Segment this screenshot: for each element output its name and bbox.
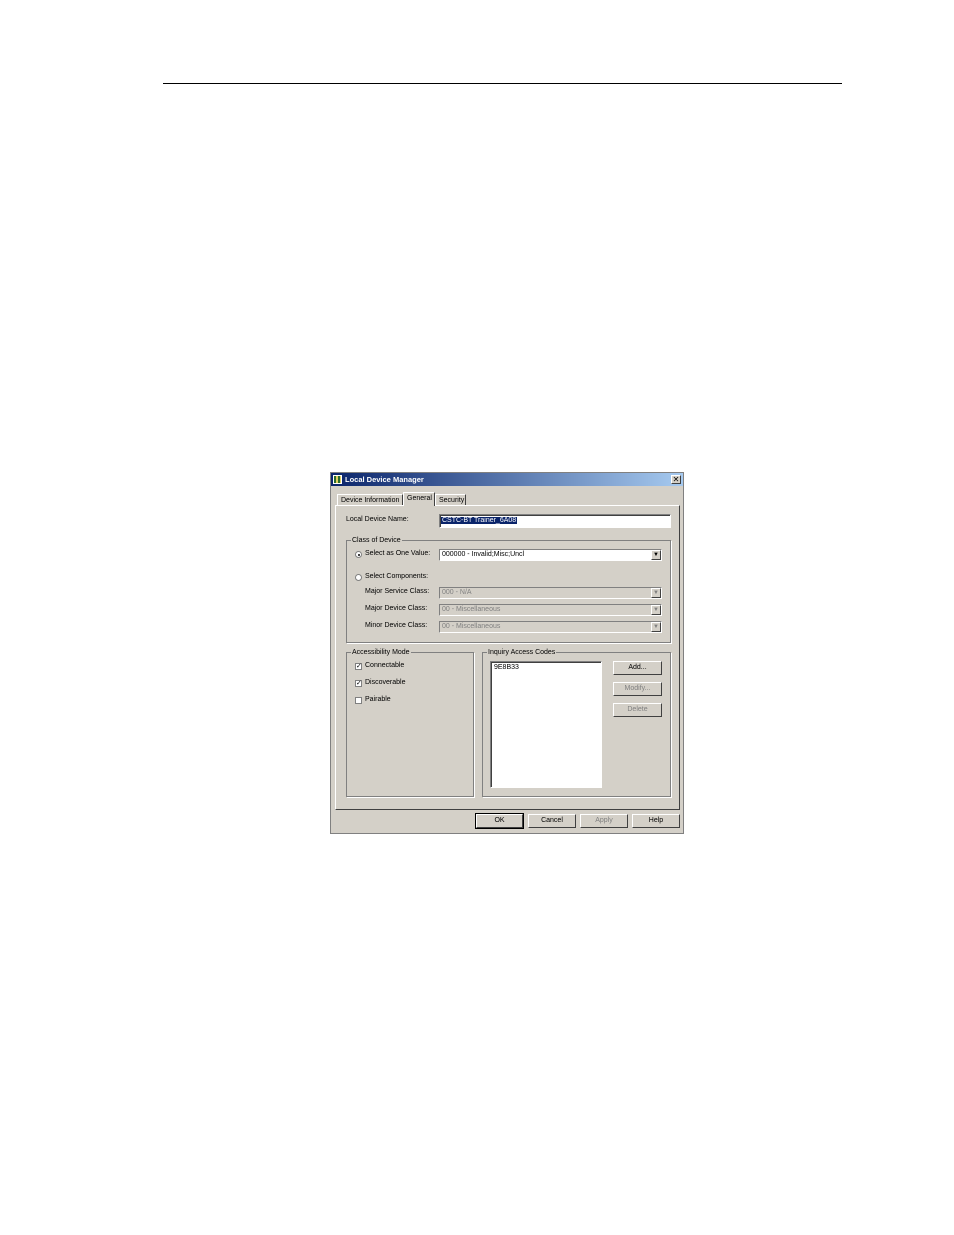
major-service-class-select[interactable]: 000 - N/A ▼ [439,587,662,599]
page-header-rule [163,83,842,84]
major-device-class-select[interactable]: 00 - Miscellaneous ▼ [439,604,662,616]
add-code-button[interactable]: Add... [613,661,662,675]
chevron-down-icon[interactable]: ▼ [651,605,661,615]
list-item[interactable]: 9E8B33 [494,664,598,671]
select-components-label[interactable]: Select Components: [365,573,428,580]
device-name-input[interactable]: CSTC-BT Trainer_6A08 [439,514,671,528]
class-one-value-select[interactable]: 000000 - Invalid;Misc;Uncl ▼ [439,549,662,561]
chevron-down-icon[interactable]: ▼ [651,622,661,632]
minor-device-class-value: 00 - Miscellaneous [442,623,501,630]
delete-code-button[interactable]: Delete [613,703,662,717]
window-title: Local Device Manager [345,475,424,484]
tab-security[interactable]: Security [435,494,466,505]
tab-general[interactable]: General [403,492,435,506]
ok-button[interactable]: OK [475,813,524,829]
select-one-value-label[interactable]: Select as One Value: [365,550,430,557]
apply-button[interactable]: Apply [580,814,628,828]
inquiry-access-codes-group: Inquiry Access Codes 9E8B33 Add... Modif… [482,648,671,797]
help-button[interactable]: Help [632,814,680,828]
inquiry-access-codes-label: Inquiry Access Codes [487,648,557,657]
tab-device-information[interactable]: Device Information [337,494,403,505]
device-name-label: Local Device Name: [346,516,409,523]
discoverable-label[interactable]: Discoverable [365,679,405,686]
minor-device-class-label: Minor Device Class: [365,622,428,629]
major-device-class-label: Major Device Class: [365,605,428,612]
chevron-down-icon[interactable]: ▼ [651,588,661,598]
connectable-checkbox[interactable]: ✓ [355,663,362,670]
close-button[interactable]: ✕ [671,475,681,484]
accessibility-mode-label: Accessibility Mode [351,648,411,657]
modify-code-button[interactable]: Modify... [613,682,662,696]
minor-device-class-select[interactable]: 00 - Miscellaneous ▼ [439,621,662,633]
device-name-value: CSTC-BT Trainer_6A08 [441,517,518,524]
discoverable-checkbox[interactable]: ✓ [355,680,362,687]
title-bar[interactable]: Local Device Manager ✕ [331,473,683,486]
local-device-manager-window: Local Device Manager ✕ Device Informatio… [330,472,684,834]
class-one-value-text: 000000 - Invalid;Misc;Uncl [442,551,525,558]
select-one-value-radio[interactable] [355,551,362,558]
pairable-checkbox[interactable] [355,697,362,704]
inquiry-codes-list[interactable]: 9E8B33 [490,661,602,788]
major-device-class-value: 00 - Miscellaneous [442,606,501,613]
major-service-class-value: 000 - N/A [442,589,472,596]
major-service-class-label: Major Service Class: [365,588,430,595]
connectable-label[interactable]: Connectable [365,662,404,669]
select-components-radio[interactable] [355,574,362,581]
accessibility-mode-group: Accessibility Mode ✓ Connectable ✓ Disco… [346,648,474,797]
pairable-label[interactable]: Pairable [365,696,391,703]
cancel-button[interactable]: Cancel [528,814,576,828]
app-icon [333,475,342,484]
class-of-device-group: Class of Device Select as One Value: 000… [346,536,671,643]
general-tab-panel: Local Device Name: CSTC-BT Trainer_6A08 … [335,505,680,810]
class-of-device-label: Class of Device [351,536,402,545]
chevron-down-icon[interactable]: ▼ [651,550,661,560]
